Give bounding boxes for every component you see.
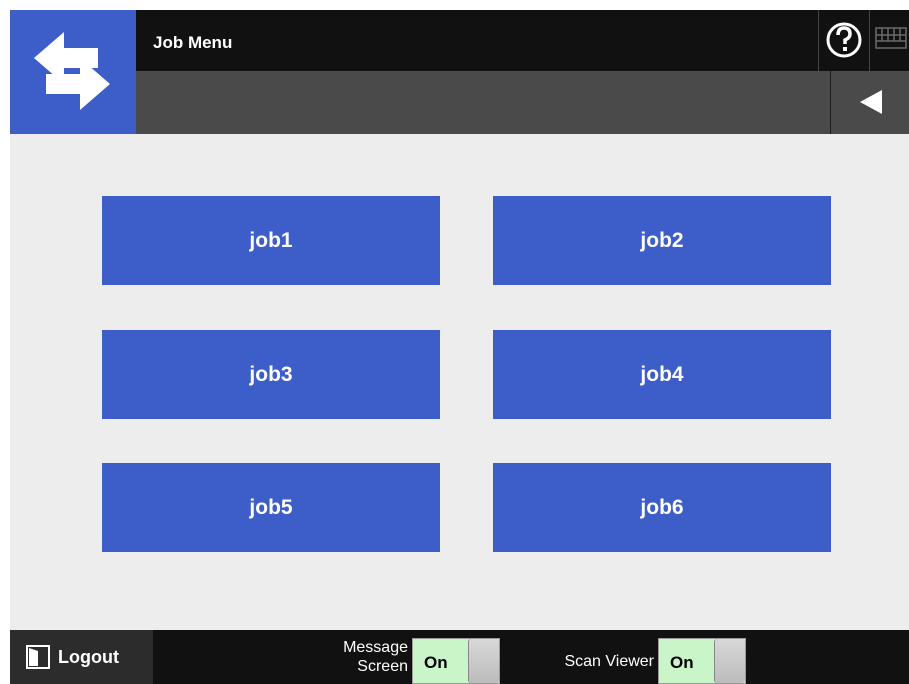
sub-toolbar	[136, 71, 909, 134]
keyboard-button[interactable]	[869, 10, 909, 71]
job-button-6[interactable]: job6	[493, 463, 831, 552]
keyboard-icon	[875, 27, 907, 49]
job-menu-screen: Job Menu job1 job2 job3 job4 job5 job6 L…	[10, 10, 909, 684]
scan-viewer-label: Scan Viewer	[564, 653, 654, 670]
scan-viewer-toggle[interactable]: On	[658, 638, 746, 684]
logout-door-icon	[26, 645, 50, 669]
logout-label: Logout	[58, 646, 119, 667]
help-button[interactable]	[818, 10, 869, 71]
message-screen-toggle[interactable]: On	[412, 638, 500, 684]
title-bar: Job Menu	[136, 10, 909, 71]
page-title: Job Menu	[153, 33, 233, 52]
question-circle-icon	[826, 22, 862, 58]
triangle-left-icon	[860, 90, 882, 114]
job-button-1[interactable]: job1	[102, 196, 440, 285]
back-button[interactable]	[830, 71, 909, 134]
toggle-knob	[714, 639, 745, 683]
logout-button[interactable]: Logout	[10, 630, 153, 684]
job-button-5[interactable]: job5	[102, 463, 440, 552]
footer-bar: Logout Message Screen On Scan Viewer On	[10, 630, 909, 684]
scan-viewer-toggle-value: On	[670, 653, 694, 672]
job-button-3[interactable]: job3	[102, 330, 440, 419]
job-button-4[interactable]: job4	[493, 330, 831, 419]
message-screen-label: Message Screen	[343, 639, 408, 675]
job-button-2[interactable]: job2	[493, 196, 831, 285]
message-screen-toggle-value: On	[424, 653, 448, 672]
swap-arrows-icon	[34, 32, 110, 110]
toggle-knob	[468, 639, 499, 683]
logo-tile	[10, 10, 136, 134]
